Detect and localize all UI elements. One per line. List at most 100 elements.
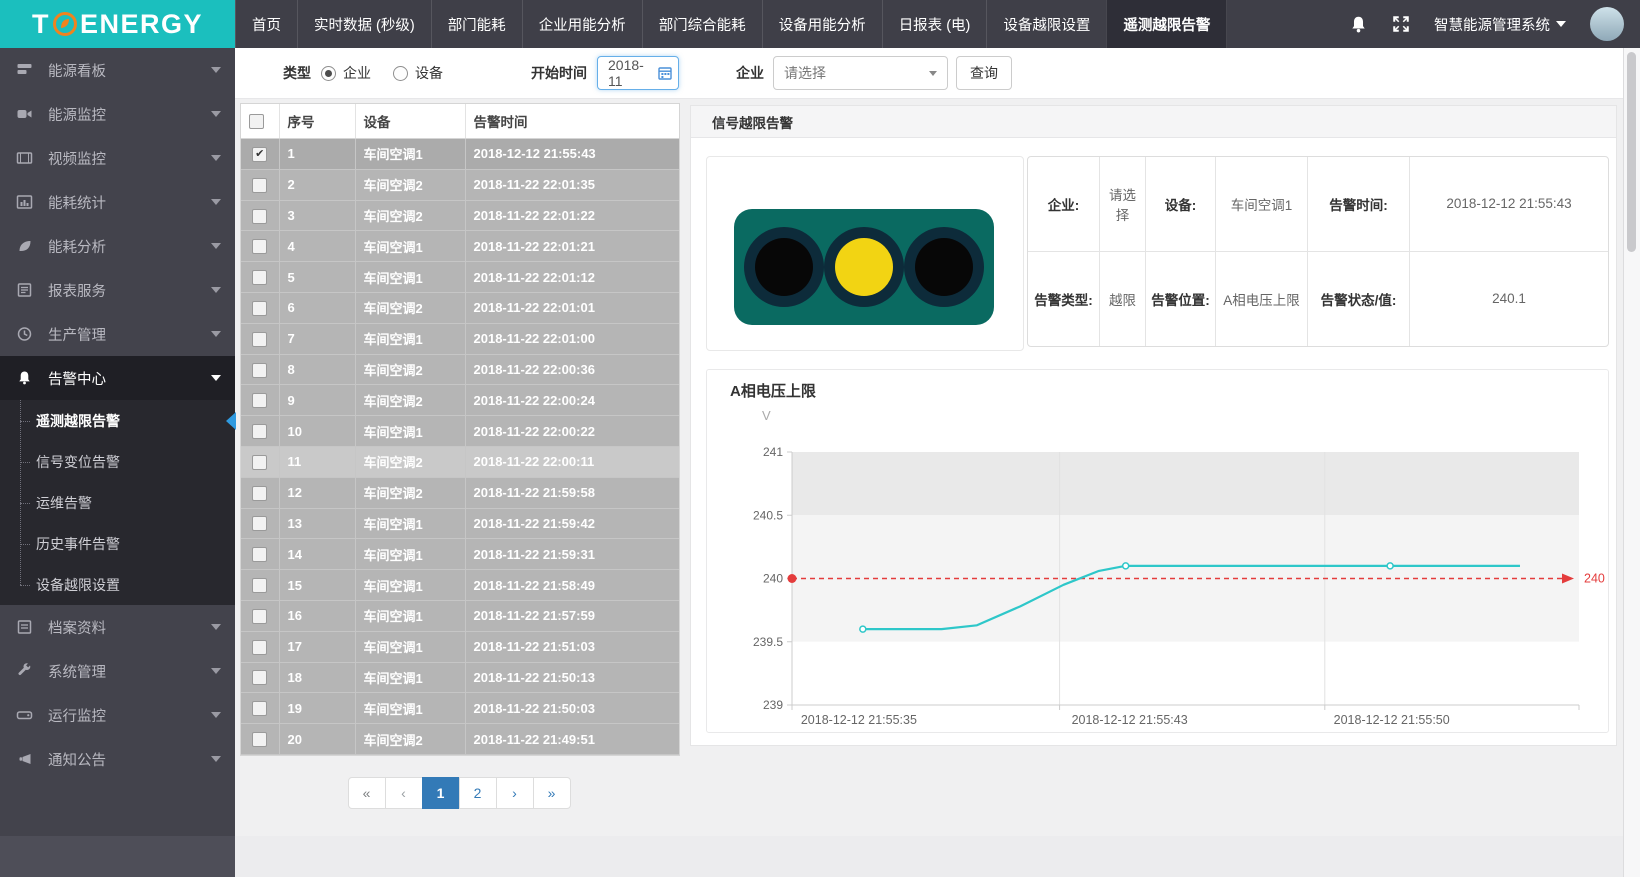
sidebar-group-能耗分析[interactable]: 能耗分析 (0, 224, 235, 268)
column-header-time: 告警时间 (465, 104, 679, 139)
cell-no: 10 (279, 416, 355, 447)
sidebar-group-通知公告[interactable]: 通知公告 (0, 737, 235, 781)
sidebar-group-运行监控[interactable]: 运行监控 (0, 693, 235, 737)
vertical-scrollbar[interactable] (1623, 48, 1640, 877)
table-row[interactable]: 17车间空调12018-11-22 21:51:03 (241, 631, 679, 662)
sidebar-group-报表服务[interactable]: 报表服务 (0, 268, 235, 312)
row-checkbox[interactable] (252, 732, 267, 747)
nav-item[interactable]: 日报表 (电) (882, 0, 987, 48)
table-row[interactable]: 12车间空调22018-11-22 21:59:58 (241, 477, 679, 508)
search-button[interactable]: 查询 (956, 56, 1012, 90)
sidebar-group-系统管理[interactable]: 系统管理 (0, 649, 235, 693)
row-checkbox[interactable] (252, 424, 267, 439)
sidebar-item-信号变位告警[interactable]: 信号变位告警 (0, 441, 235, 482)
notification-bell-icon[interactable] (1349, 15, 1368, 34)
nav-item[interactable]: 首页 (235, 0, 297, 48)
sidebar-item-历史事件告警[interactable]: 历史事件告警 (0, 523, 235, 564)
row-checkbox[interactable] (252, 609, 267, 624)
scrollbar-thumb[interactable] (1627, 52, 1636, 252)
pagination-button-»[interactable]: » (533, 777, 571, 809)
table-row[interactable]: 10车间空调12018-11-22 22:00:22 (241, 416, 679, 447)
fullscreen-icon[interactable] (1392, 15, 1410, 33)
table-row[interactable]: 4车间空调12018-11-22 22:01:21 (241, 231, 679, 262)
sidebar-group-能耗统计[interactable]: 能耗统计 (0, 180, 235, 224)
table-row[interactable]: 13车间空调12018-11-22 21:59:42 (241, 508, 679, 539)
system-name-dropdown[interactable]: 智慧能源管理系统 (1434, 14, 1566, 35)
user-avatar[interactable] (1590, 7, 1624, 41)
sidebar-group-能源监控[interactable]: 能源监控 (0, 92, 235, 136)
cell-device: 车间空调1 (355, 539, 465, 570)
row-checkbox[interactable] (252, 640, 267, 655)
dashboard-icon (16, 62, 36, 78)
nav-item[interactable]: 设备用能分析 (762, 0, 882, 48)
row-checkbox[interactable] (252, 301, 267, 316)
row-checkbox[interactable] (252, 486, 267, 501)
row-checkbox[interactable] (252, 239, 267, 254)
nav-item[interactable]: 部门能耗 (431, 0, 522, 48)
sidebar-item-设备越限设置[interactable]: 设备越限设置 (0, 564, 235, 605)
row-checkbox[interactable]: ✔ (252, 147, 267, 162)
row-checkbox[interactable] (252, 270, 267, 285)
row-checkbox[interactable] (252, 178, 267, 193)
chevron-down-icon (211, 668, 221, 674)
signal-alarm-panel: 信号越限告警 企业:请选择设备:车间空调1告警时间:2018-12-12 21:… (690, 105, 1617, 746)
row-checkbox[interactable] (252, 578, 267, 593)
nav-item[interactable]: 企业用能分析 (522, 0, 642, 48)
sidebar-item-遥测越限告警[interactable]: 遥测越限告警 (0, 400, 235, 441)
nav-item[interactable]: 遥测越限告警 (1106, 0, 1227, 48)
table-row[interactable]: ✔1车间空调12018-12-12 21:55:43 (241, 139, 679, 170)
sidebar-group-告警中心[interactable]: 告警中心 (0, 356, 235, 400)
table-row[interactable]: 2车间空调22018-11-22 22:01:35 (241, 169, 679, 200)
table-row[interactable]: 20车间空调22018-11-22 21:49:51 (241, 724, 679, 755)
nav-item[interactable]: 设备越限设置 (986, 0, 1106, 48)
panel-title: 信号越限告警 (712, 112, 793, 132)
select-all-checkbox[interactable] (249, 114, 264, 129)
table-row[interactable]: 16车间空调12018-11-22 21:57:59 (241, 600, 679, 631)
type-radio-enterprise[interactable] (321, 66, 336, 81)
table-row[interactable]: 3车间空调22018-11-22 22:01:22 (241, 200, 679, 231)
sidebar-item-运维告警[interactable]: 运维告警 (0, 482, 235, 523)
pagination-button-2[interactable]: 2 (459, 777, 497, 809)
row-checkbox[interactable] (252, 701, 267, 716)
table-row[interactable]: 5车间空调12018-11-22 22:01:12 (241, 262, 679, 293)
cell-time: 2018-11-22 21:59:42 (465, 508, 679, 539)
table-row[interactable]: 6车间空调22018-11-22 22:01:01 (241, 292, 679, 323)
pagination-button-›[interactable]: › (496, 777, 534, 809)
row-checkbox[interactable] (252, 332, 267, 347)
sidebar-group-档案资料[interactable]: 档案资料 (0, 605, 235, 649)
pagination-button-‹[interactable]: ‹ (385, 777, 423, 809)
sidebar-group-能源看板[interactable]: 能源看板 (0, 48, 235, 92)
row-checkbox[interactable] (252, 516, 267, 531)
row-checkbox[interactable] (252, 363, 267, 378)
row-checkbox[interactable] (252, 670, 267, 685)
table-row[interactable]: 7车间空调12018-11-22 22:01:00 (241, 323, 679, 354)
pagination-button-1[interactable]: 1 (422, 777, 460, 809)
nav-item[interactable]: 实时数据 (秒级) (297, 0, 431, 48)
table-row[interactable]: 15车间空调12018-11-22 21:58:49 (241, 570, 679, 601)
row-checkbox[interactable] (252, 209, 267, 224)
type-radio-enterprise-label[interactable]: 企业 (343, 63, 371, 83)
svg-text:241: 241 (763, 445, 783, 459)
enterprise-select[interactable]: 请选择 (773, 56, 948, 90)
table-row[interactable]: 11车间空调22018-11-22 22:00:11 (241, 446, 679, 477)
type-radio-device-label[interactable]: 设备 (415, 63, 443, 83)
row-checkbox[interactable] (252, 547, 267, 562)
table-row[interactable]: 14车间空调12018-11-22 21:59:31 (241, 539, 679, 570)
cell-time: 2018-11-22 21:49:51 (465, 724, 679, 755)
type-radio-device[interactable] (393, 66, 408, 81)
row-checkbox[interactable] (252, 455, 267, 470)
table-row[interactable]: 18车间空调12018-11-22 21:50:13 (241, 662, 679, 693)
sidebar-group-视频监控[interactable]: 视频监控 (0, 136, 235, 180)
row-checkbox[interactable] (252, 393, 267, 408)
table-row[interactable]: 8车间空调22018-11-22 22:00:36 (241, 354, 679, 385)
panel-header: 信号越限告警 (691, 106, 1616, 138)
table-row[interactable]: 19车间空调12018-11-22 21:50:03 (241, 693, 679, 724)
calendar-icon[interactable] (658, 66, 672, 80)
table-row[interactable]: 9车间空调22018-11-22 22:00:24 (241, 385, 679, 416)
cell-device: 车间空调2 (355, 200, 465, 231)
start-time-input[interactable]: 2018-11 (597, 56, 679, 90)
sidebar: 能源看板能源监控视频监控能耗统计能耗分析报表服务生产管理告警中心遥测越限告警信号… (0, 48, 235, 836)
nav-item[interactable]: 部门综合能耗 (642, 0, 762, 48)
pagination-button-«[interactable]: « (348, 777, 386, 809)
sidebar-group-生产管理[interactable]: 生产管理 (0, 312, 235, 356)
